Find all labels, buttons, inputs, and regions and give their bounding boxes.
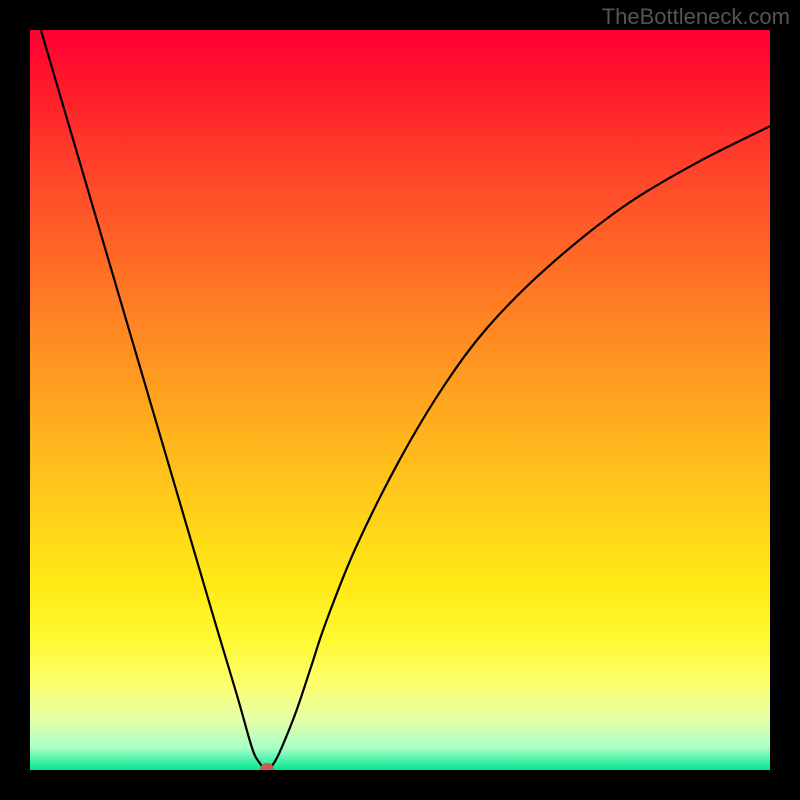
- watermark: TheBottleneck.com: [602, 4, 790, 30]
- bottleneck-curve: [30, 30, 770, 770]
- chart-container: TheBottleneck.com: [0, 0, 800, 800]
- optimal-point-marker: [260, 763, 274, 770]
- plot-area: [30, 30, 770, 770]
